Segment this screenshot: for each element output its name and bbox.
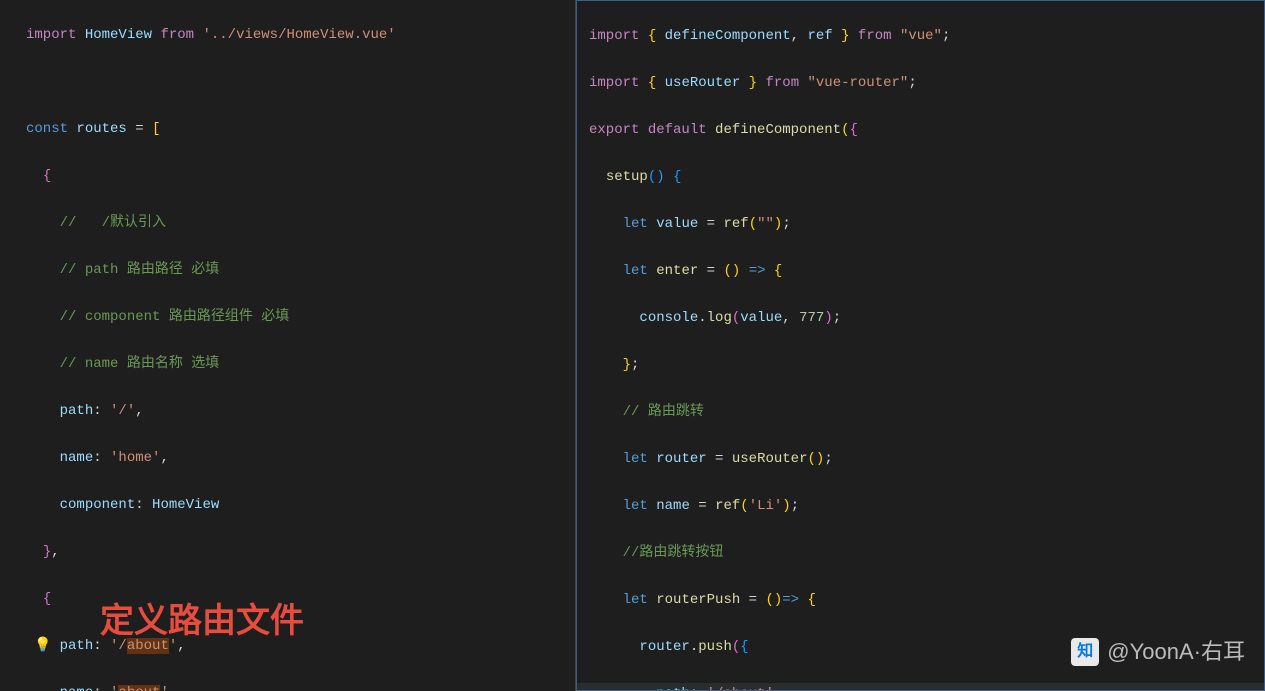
ident-homeview: HomeView — [85, 27, 152, 43]
ident: HomeView — [152, 497, 219, 513]
fn-setup: setup — [606, 169, 648, 185]
prop-path: path — [60, 638, 94, 654]
watermark-text: @YoonA·右耳 — [1107, 640, 1245, 664]
lightbulb-icon[interactable]: 💡 — [34, 635, 51, 659]
right-editor-pane[interactable]: import { defineComponent, ref } from "vu… — [576, 0, 1265, 691]
highlight-about: about — [118, 685, 160, 691]
watermark: 知 @YoonA·右耳 — [1071, 638, 1245, 666]
keyword-from: from — [160, 27, 194, 43]
prop-name: name — [60, 685, 94, 691]
zhihu-icon: 知 — [1071, 638, 1099, 666]
prop-component: component — [60, 497, 136, 513]
comment: // component 路由路径组件 必填 — [60, 309, 290, 325]
ident-routes: routes — [76, 121, 126, 137]
keyword-const: const — [26, 121, 68, 137]
prop-path: path — [656, 686, 690, 691]
string: 'home' — [110, 450, 160, 466]
comment: // path 路由路径 必填 — [60, 262, 220, 278]
left-editor-pane[interactable]: import HomeView from '../views/HomeView.… — [0, 0, 576, 691]
highlight-about: about — [127, 638, 169, 654]
string-path: '../views/HomeView.vue' — [202, 27, 395, 43]
string: '/' — [110, 403, 135, 419]
comment: // name 路由名称 选填 — [60, 356, 220, 372]
comment: // 路由跳转 — [623, 404, 704, 420]
comment: // /默认引入 — [60, 215, 166, 231]
code-left[interactable]: import HomeView from '../views/HomeView.… — [0, 0, 575, 691]
prop-path: path — [60, 403, 94, 419]
code-right[interactable]: import { defineComponent, ref } from "vu… — [577, 1, 1264, 691]
prop-name: name — [60, 450, 94, 466]
comment: //路由跳转按钮 — [623, 545, 724, 561]
keyword-import: import — [26, 27, 76, 43]
